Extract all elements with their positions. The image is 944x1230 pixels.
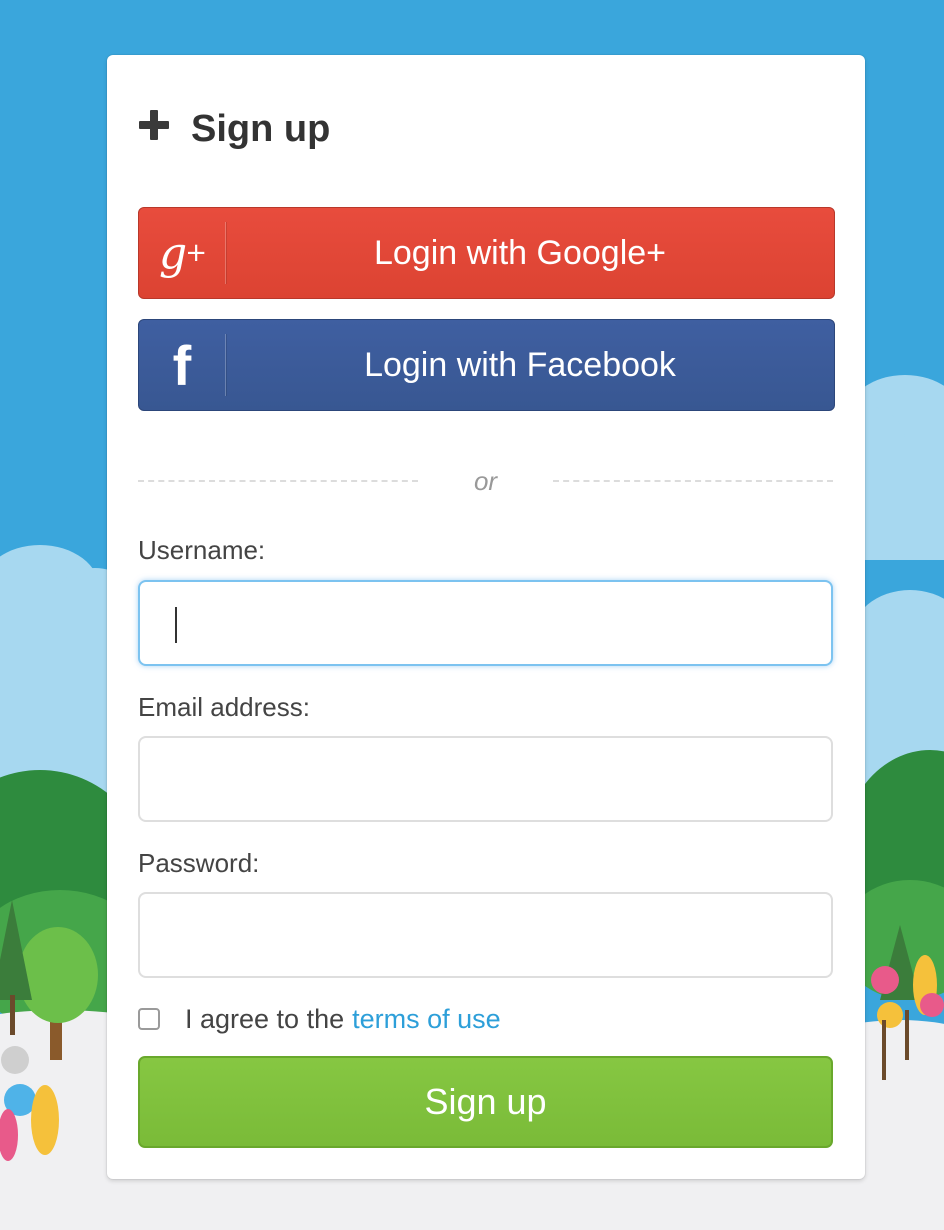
page-title: Sign up (191, 107, 331, 150)
agree-text: I agree to the (185, 1003, 345, 1034)
sign-up-button[interactable]: Sign up (138, 1056, 833, 1148)
text-caret (175, 607, 177, 643)
username-label: Username: (138, 535, 266, 565)
title-row: Sign up (139, 105, 330, 153)
facebook-icon: f (139, 334, 226, 397)
email-input[interactable] (138, 736, 833, 822)
google-icon-letter: g (159, 227, 187, 279)
or-divider: or (138, 460, 833, 502)
terms-agreement-row: I agree to the terms of use (138, 1001, 501, 1037)
google-icon-plus: + (185, 238, 207, 268)
facebook-login-button[interactable]: f Login with Facebook (138, 319, 835, 411)
facebook-login-label: Login with Facebook (364, 345, 676, 384)
plus-icon (139, 110, 169, 140)
terms-of-use-link[interactable]: terms of use (352, 1004, 501, 1035)
username-input[interactable] (138, 580, 833, 666)
divider-line-right (553, 480, 833, 482)
password-label: Password: (138, 848, 260, 878)
password-input[interactable] (138, 892, 833, 978)
google-plus-icon: g + (139, 222, 226, 284)
google-login-button[interactable]: g + Login with Google+ (138, 207, 835, 299)
email-label: Email address: (138, 692, 310, 722)
terms-checkbox[interactable] (138, 1008, 160, 1030)
google-login-label: Login with Google+ (373, 233, 667, 272)
signup-card: Sign up g + Login with Google+ f Login wi… (107, 55, 865, 1179)
